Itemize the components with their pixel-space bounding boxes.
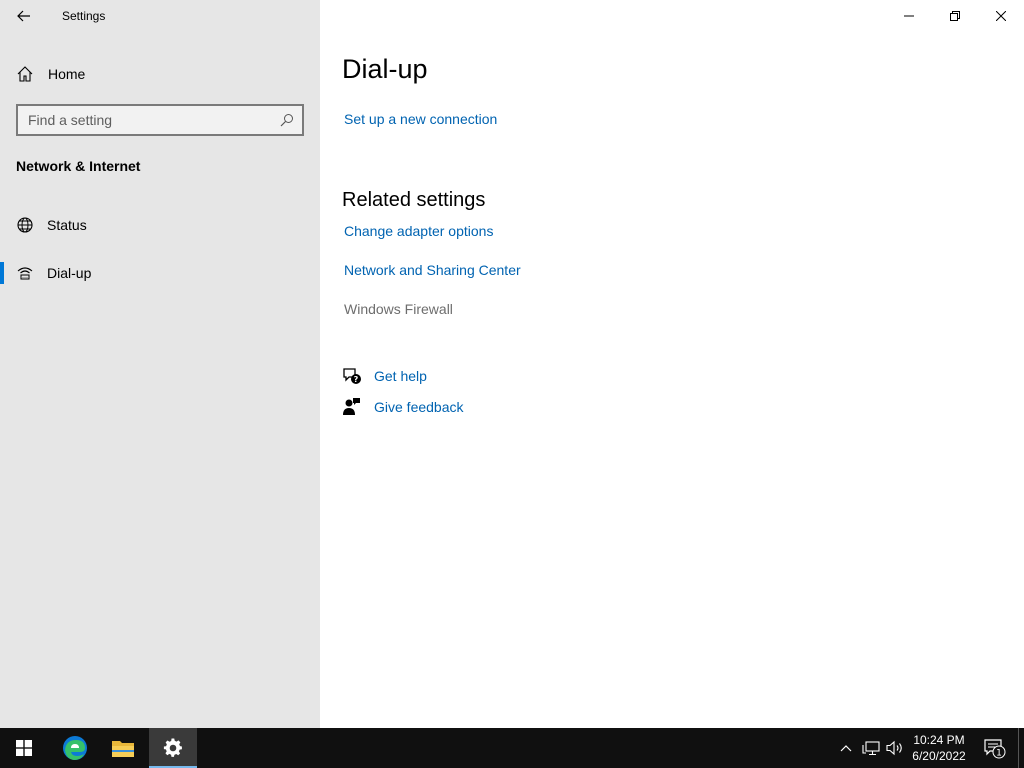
minimize-button[interactable] [886, 0, 932, 32]
app-title: Settings [62, 9, 106, 23]
feedback-person-icon [343, 398, 360, 415]
windows-firewall-link: Windows Firewall [344, 301, 453, 317]
sidebar-item-dialup[interactable]: Dial-up [0, 253, 320, 293]
change-adapter-options-link[interactable]: Change adapter options [344, 223, 493, 239]
section-title: Network & Internet [16, 158, 141, 174]
help-chat-icon: ? [343, 368, 361, 384]
sidebar-item-label: Dial-up [47, 265, 92, 281]
back-arrow-icon [17, 10, 30, 22]
globe-icon [17, 217, 33, 233]
notification-icon: 1 [984, 739, 1006, 759]
speaker-icon [886, 740, 902, 756]
sidebar: Settings Home Network & Internet Status [0, 0, 320, 728]
sidebar-item-status[interactable]: Status [0, 205, 320, 245]
setup-connection-link[interactable]: Set up a new connection [344, 111, 497, 127]
close-button[interactable] [978, 0, 1024, 32]
network-monitor-icon [862, 741, 880, 756]
page-title: Dial-up [342, 54, 428, 84]
window-controls [886, 0, 1024, 32]
search-input[interactable] [28, 111, 268, 129]
edge-browser-icon [63, 736, 87, 760]
home-nav-item[interactable]: Home [0, 56, 320, 92]
show-hidden-icons-button[interactable] [834, 728, 858, 768]
sidebar-item-label: Status [47, 217, 87, 233]
edge-taskbar-button[interactable] [51, 728, 99, 768]
gear-icon [163, 738, 182, 757]
file-explorer-taskbar-button[interactable] [99, 728, 147, 768]
clock-date: 6/20/2022 [912, 749, 966, 763]
taskbar: 10:24 PM 6/20/2022 1 [0, 728, 1024, 768]
settings-window: Settings Home Network & Internet Status [0, 0, 1024, 728]
taskbar-clock[interactable]: 10:24 PM 6/20/2022 [904, 732, 974, 764]
network-sharing-center-link[interactable]: Network and Sharing Center [344, 262, 521, 278]
close-icon [996, 11, 1006, 21]
notification-count: 1 [996, 749, 1002, 759]
chevron-up-icon [840, 745, 852, 752]
give-feedback-row[interactable]: Give feedback [342, 396, 542, 418]
settings-taskbar-button[interactable] [149, 728, 197, 768]
action-center-button[interactable]: 1 [980, 728, 1010, 768]
network-tray-button[interactable] [859, 728, 883, 768]
clock-time: 10:24 PM [913, 733, 965, 747]
minimize-icon [904, 15, 914, 17]
restore-button[interactable] [932, 0, 978, 32]
back-button[interactable] [8, 0, 40, 32]
get-help-row[interactable]: ? Get help [342, 365, 542, 387]
start-button[interactable] [0, 728, 48, 768]
home-label: Home [48, 66, 86, 82]
search-box[interactable] [16, 104, 304, 136]
home-icon [17, 66, 33, 82]
folder-icon [112, 741, 134, 757]
search-icon[interactable] [280, 113, 294, 127]
give-feedback-link[interactable]: Give feedback [374, 399, 464, 415]
selection-indicator [0, 262, 4, 284]
main-content: Dial-up Set up a new connection Related … [320, 0, 1024, 728]
related-settings-title: Related settings [342, 189, 486, 211]
windows-logo-icon [16, 740, 32, 756]
svg-text:?: ? [354, 375, 359, 384]
get-help-link[interactable]: Get help [374, 368, 427, 384]
restore-icon [950, 11, 960, 21]
show-desktop-button[interactable] [1018, 728, 1024, 768]
title-bar: Settings [0, 0, 320, 32]
dialup-icon [17, 267, 33, 280]
